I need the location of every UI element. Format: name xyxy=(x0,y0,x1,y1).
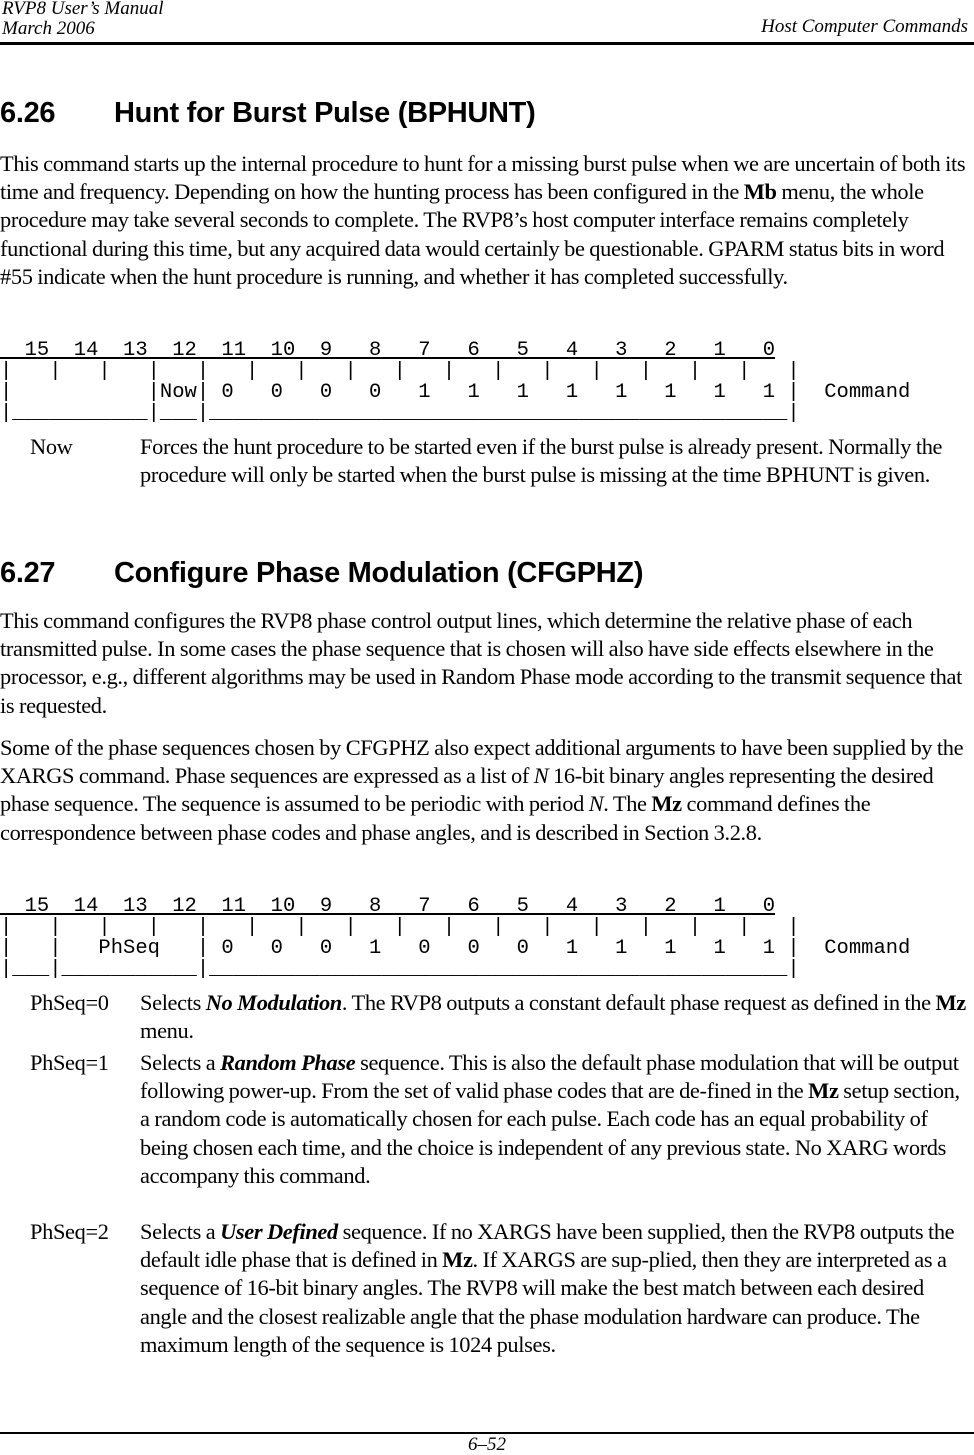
text-run: This command configures the RVP8 phase c… xyxy=(0,608,962,718)
section-title: Hunt for Burst Pulse (BPHUNT) xyxy=(114,97,536,129)
register-field-row: | | PhSeq | 0 0 0 1 0 0 0 1 1 1 1 1 | Co… xyxy=(0,937,911,960)
register-tick-row: | | | | | | | | | | | | | | | | | xyxy=(0,360,800,383)
register-bottom-row: |___|___________|_______________________… xyxy=(0,958,800,981)
text-run: Selects a xyxy=(140,1050,221,1075)
menu-name-mz: Mz xyxy=(808,1078,839,1104)
text-run: menu. xyxy=(140,1018,194,1044)
bphunt-register-diagram: 15 14 13 12 11 10 9 8 7 6 5 4 3 2 1 0 | … xyxy=(0,340,910,424)
section-heading-6-27: 6.27 Configure Phase Modulation (CFGPHZ) xyxy=(0,556,644,590)
definition-text: Forces the hunt procedure to be started … xyxy=(140,434,943,488)
definition-text: Selects a Random Phase sequence. This is… xyxy=(140,1049,974,1190)
menu-name-mb: Mb xyxy=(743,179,777,205)
section-number: 6.26 xyxy=(0,97,56,129)
section-6-27-xargs-paragraph: Some of the phase sequences chosen by CF… xyxy=(0,734,974,847)
register-bottom-row: |___________|___|_______________________… xyxy=(0,402,800,425)
mode-name: No Modulation xyxy=(205,990,343,1015)
bit-number-row: 15 14 13 12 11 10 9 8 7 6 5 4 3 2 1 0 xyxy=(0,339,776,362)
chapter-title: Host Computer Commands xyxy=(761,16,968,37)
definition-term: PhSeq=2 xyxy=(30,1219,109,1244)
cfgphz-register-diagram: 15 14 13 12 11 10 9 8 7 6 5 4 3 2 1 0 | … xyxy=(0,896,910,980)
header-left: RVP8 User’s Manual March 2006 xyxy=(2,0,164,39)
page-header: RVP8 User’s Manual March 2006 Host Compu… xyxy=(0,0,974,46)
text-run: . The xyxy=(603,791,652,817)
register-field-row: | |Now| 0 0 0 0 1 1 1 1 1 1 1 1 | Comman… xyxy=(0,381,911,404)
page-number: 6–52 xyxy=(468,1434,506,1455)
menu-name-mz: Mz xyxy=(651,791,682,817)
section-6-26-intro: This command starts up the internal proc… xyxy=(0,150,974,291)
manual-date: March 2006 xyxy=(2,18,95,39)
definition-term: PhSeq=1 xyxy=(30,1050,109,1075)
section-6-27-intro: This command configures the RVP8 phase c… xyxy=(0,607,974,720)
definition-term: PhSeq=0 xyxy=(30,990,109,1015)
bit-number-row: 15 14 13 12 11 10 9 8 7 6 5 4 3 2 1 0 xyxy=(0,895,776,918)
manual-title: RVP8 User’s Manual xyxy=(2,0,164,19)
variable-n: N xyxy=(533,763,549,789)
mode-name: Random Phase xyxy=(220,1050,356,1075)
definition-text: Selects No Modulation. The RVP8 outputs … xyxy=(140,989,974,1045)
definition-term: Now xyxy=(30,434,73,459)
header-rule xyxy=(0,42,974,45)
text-run: Selects a xyxy=(140,1219,221,1244)
definition-text: Selects a User Defined sequence. If no X… xyxy=(140,1218,974,1359)
variable-n: N xyxy=(588,791,604,817)
section-title: Configure Phase Modulation (CFGPHZ) xyxy=(114,557,644,589)
menu-name-mz: Mz xyxy=(442,1247,473,1273)
register-tick-row: | | | | | | | | | | | | | | | | | xyxy=(0,916,800,939)
text-run: Selects xyxy=(140,990,206,1015)
text-run: . The RVP8 outputs a constant default ph… xyxy=(341,990,936,1015)
menu-name-mz: Mz xyxy=(935,990,967,1015)
mode-name: User Defined xyxy=(220,1219,338,1244)
section-number: 6.27 xyxy=(0,557,56,589)
section-heading-6-26: 6.26 Hunt for Burst Pulse (BPHUNT) xyxy=(0,96,536,130)
